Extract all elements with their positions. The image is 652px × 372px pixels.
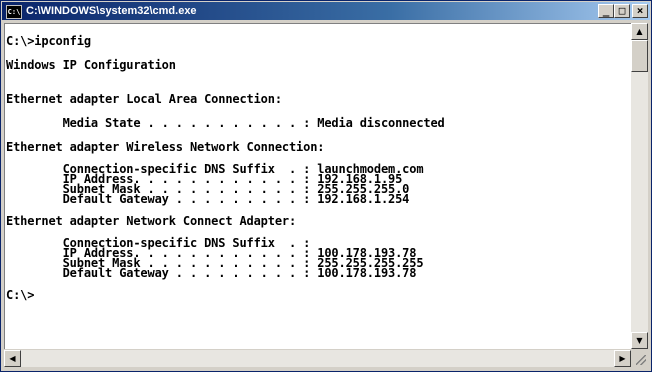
resize-grip-icon[interactable] — [631, 350, 648, 367]
console-line: Ethernet adapter Network Connect Adapter… — [6, 214, 297, 228]
maximize-button[interactable]: □ — [614, 4, 630, 18]
scroll-right-arrow-icon[interactable]: ▶ — [614, 350, 631, 367]
window-title: C:\WINDOWS\system32\cmd.exe — [26, 5, 197, 17]
close-button[interactable]: × — [632, 4, 648, 18]
console-line: Default Gateway . . . . . . . . . : 192.… — [6, 192, 410, 206]
console-line: C:\>ipconfig — [6, 34, 91, 48]
title-bar[interactable]: C:\ C:\WINDOWS\system32\cmd.exe _ □ × — [2, 2, 650, 20]
scroll-down-arrow-icon[interactable]: ▼ — [631, 332, 648, 349]
vertical-scrollbar[interactable]: ▲ ▼ — [631, 23, 648, 349]
cmd-window: C:\ C:\WINDOWS\system32\cmd.exe _ □ × C:… — [0, 0, 652, 372]
console-line: C:\> — [6, 288, 35, 302]
console-output[interactable]: C:\>ipconfig Windows IP Configuration Et… — [4, 23, 631, 349]
console-line: Windows IP Configuration — [6, 58, 176, 72]
scroll-up-arrow-icon[interactable]: ▲ — [631, 23, 648, 40]
console-line: Default Gateway . . . . . . . . . : 100.… — [6, 266, 417, 280]
console-lines: C:\>ipconfig Windows IP Configuration Et… — [6, 34, 445, 302]
console-icon[interactable]: C:\ — [6, 5, 22, 19]
vertical-scroll-thumb[interactable] — [631, 40, 648, 72]
console-line: Ethernet adapter Local Area Connection: — [6, 92, 282, 106]
console-line: Ethernet adapter Wireless Network Connec… — [6, 140, 325, 154]
console-line: Media State . . . . . . . . . . . : Medi… — [6, 116, 445, 130]
horizontal-scrollbar[interactable]: ◀ ▶ — [4, 350, 631, 367]
minimize-button[interactable]: _ — [598, 4, 614, 18]
scroll-left-arrow-icon[interactable]: ◀ — [4, 350, 21, 367]
